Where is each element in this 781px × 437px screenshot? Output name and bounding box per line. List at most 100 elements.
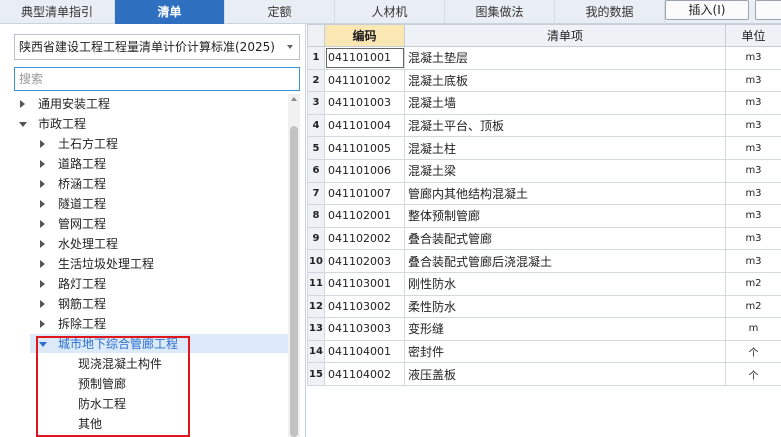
cell-unit[interactable]: m2 [725, 271, 781, 296]
cell-item-name[interactable]: 叠合装配式管廊后浇混凝土 [404, 249, 726, 273]
tab-bill[interactable]: 清单 [115, 0, 225, 24]
chevron-right-icon[interactable] [40, 200, 45, 208]
tree-node-road[interactable]: 道路工程 [38, 154, 106, 174]
tab-labor-material[interactable]: 人材机 [335, 0, 445, 24]
cell-unit[interactable]: m3 [725, 158, 781, 183]
chevron-right-icon[interactable] [40, 240, 45, 248]
table-row[interactable]: 12 041103002 柔性防水 m2 [307, 294, 781, 319]
standard-select-value: 陕西省建设工程工程量清单计价计算标准(2025) [19, 40, 275, 54]
tree-node-municipal[interactable]: 市政工程 [18, 114, 86, 134]
cell-unit[interactable]: m3 [725, 181, 781, 206]
cell-code[interactable]: 041101001 [324, 46, 405, 70]
cell-item-name[interactable]: 柔性防水 [404, 294, 726, 319]
chevron-right-icon[interactable] [40, 220, 45, 228]
chevron-right-icon[interactable] [40, 280, 45, 288]
cell-code[interactable]: 041102001 [324, 204, 405, 228]
cell-code[interactable]: 041101007 [324, 181, 405, 206]
cell-item-name[interactable]: 密封件 [404, 339, 726, 364]
column-header-item[interactable]: 清单项 [404, 24, 726, 47]
cell-item-name[interactable]: 混凝土垫层 [404, 46, 726, 70]
insert-button[interactable]: 插入(I) [665, 0, 749, 20]
cell-item-name[interactable]: 混凝土底板 [404, 68, 726, 93]
cell-unit[interactable]: m3 [725, 46, 781, 70]
chevron-right-icon[interactable] [40, 160, 45, 168]
tree-node-tunnel[interactable]: 隧道工程 [38, 194, 106, 214]
cell-item-name[interactable]: 变形缝 [404, 317, 726, 341]
table-row[interactable]: 5 041101005 混凝土柱 m3 [307, 136, 781, 160]
cell-unit[interactable]: 个 [725, 339, 781, 364]
tree-node-bridge[interactable]: 桥涵工程 [38, 174, 106, 194]
chevron-right-icon[interactable] [40, 260, 45, 268]
tree-scrollbar-thumb[interactable] [290, 126, 298, 437]
table-row[interactable]: 1 041101001 混凝土垫层 m3 [307, 46, 781, 70]
column-header-unit[interactable]: 单位 [725, 24, 781, 47]
cell-code[interactable]: 041102002 [324, 226, 405, 251]
cell-unit[interactable]: m3 [725, 91, 781, 115]
cell-code[interactable]: 041102003 [324, 249, 405, 273]
tree-node-earthwork[interactable]: 土石方工程 [38, 134, 118, 154]
cell-code[interactable]: 041101006 [324, 158, 405, 183]
cell-item-name[interactable]: 整体预制管廊 [404, 204, 726, 228]
tab-typical-guide[interactable]: 典型清单指引 [0, 0, 115, 24]
tree-node-pipe-network[interactable]: 管网工程 [38, 214, 106, 234]
cell-item-name[interactable]: 刚性防水 [404, 271, 726, 296]
cell-item-name[interactable]: 叠合装配式管廊 [404, 226, 726, 251]
toolbar-overflow-button[interactable] [755, 0, 781, 20]
search-input[interactable] [14, 67, 300, 91]
chevron-right-icon[interactable] [40, 140, 45, 148]
cell-unit[interactable]: m3 [725, 204, 781, 228]
cell-code[interactable]: 041101004 [324, 113, 405, 138]
chevron-right-icon[interactable] [40, 320, 45, 328]
cell-code[interactable]: 041103001 [324, 271, 405, 296]
cell-code[interactable]: 041101002 [324, 68, 405, 93]
cell-unit[interactable]: m [725, 317, 781, 341]
table-row[interactable]: 4 041101004 混凝土平台、顶板 m3 [307, 113, 781, 138]
table-row[interactable]: 3 041101003 混凝土墙 m3 [307, 91, 781, 115]
cell-code[interactable]: 041101005 [324, 136, 405, 160]
tab-my-data[interactable]: 我的数据 [555, 0, 665, 24]
chevron-right-icon[interactable] [40, 300, 45, 308]
tab-quota[interactable]: 定额 [225, 0, 335, 24]
table-row[interactable]: 13 041103003 变形缝 m [307, 317, 781, 341]
chevron-right-icon[interactable] [40, 180, 45, 188]
cell-unit[interactable]: m3 [725, 136, 781, 160]
tree-node-street-light[interactable]: 路灯工程 [38, 274, 106, 294]
table-row[interactable]: 2 041101002 混凝土底板 m3 [307, 68, 781, 93]
cell-code[interactable]: 041104001 [324, 339, 405, 364]
tree-node-general-install[interactable]: 通用安装工程 [18, 94, 110, 114]
standard-select[interactable]: 陕西省建设工程工程量清单计价计算标准(2025) [14, 34, 300, 60]
chevron-right-icon[interactable] [20, 100, 25, 108]
tree-node-rebar[interactable]: 钢筋工程 [38, 294, 106, 314]
cell-unit[interactable]: m3 [725, 226, 781, 251]
cell-code[interactable]: 041103003 [324, 317, 405, 341]
cell-item-name[interactable]: 混凝土柱 [404, 136, 726, 160]
tree-node-demolition[interactable]: 拆除工程 [38, 314, 106, 334]
cell-unit[interactable]: m3 [725, 68, 781, 93]
cell-unit[interactable]: m2 [725, 294, 781, 319]
cell-item-name[interactable]: 混凝土平台、顶板 [404, 113, 726, 138]
table-row[interactable]: 8 041102001 整体预制管廊 m3 [307, 204, 781, 228]
table-row[interactable]: 7 041101007 管廊内其他结构混凝土 m3 [307, 181, 781, 206]
cell-unit[interactable]: m3 [725, 249, 781, 273]
table-row[interactable]: 6 041101006 混凝土梁 m3 [307, 158, 781, 183]
cell-unit[interactable]: 个 [725, 362, 781, 386]
chevron-down-icon[interactable] [19, 122, 27, 127]
table-row[interactable]: 10 041102003 叠合装配式管廊后浇混凝土 m3 [307, 249, 781, 273]
tree-node-water-treatment[interactable]: 水处理工程 [38, 234, 118, 254]
scroll-up-arrow-icon[interactable] [291, 97, 297, 101]
table-row[interactable]: 14 041104001 密封件 个 [307, 339, 781, 364]
tab-atlas-method[interactable]: 图集做法 [445, 0, 555, 24]
tree-node-waste-treatment[interactable]: 生活垃圾处理工程 [38, 254, 154, 274]
cell-item-name[interactable]: 混凝土梁 [404, 158, 726, 183]
cell-item-name[interactable]: 液压盖板 [404, 362, 726, 386]
table-row[interactable]: 11 041103001 刚性防水 m2 [307, 271, 781, 296]
column-header-code[interactable]: 编码 [324, 24, 405, 47]
cell-code[interactable]: 041103002 [324, 294, 405, 319]
cell-code[interactable]: 041104002 [324, 362, 405, 386]
cell-unit[interactable]: m3 [725, 113, 781, 138]
cell-code[interactable]: 041101003 [324, 91, 405, 115]
cell-item-name[interactable]: 混凝土墙 [404, 91, 726, 115]
cell-item-name[interactable]: 管廊内其他结构混凝土 [404, 181, 726, 206]
table-row[interactable]: 15 041104002 液压盖板 个 [307, 362, 781, 386]
table-row[interactable]: 9 041102002 叠合装配式管廊 m3 [307, 226, 781, 251]
